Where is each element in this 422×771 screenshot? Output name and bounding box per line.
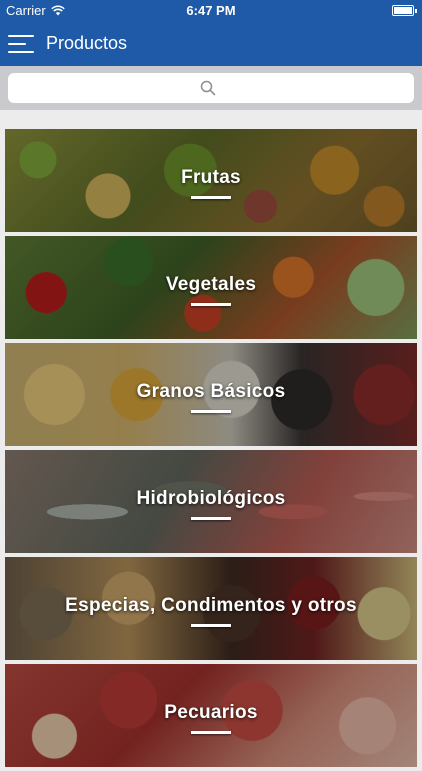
hamburger-menu-button[interactable] xyxy=(8,35,34,53)
battery-icon xyxy=(392,5,417,16)
label-underline xyxy=(191,303,231,306)
status-bar: Carrier 6:47 PM xyxy=(0,0,422,22)
category-label: Granos Básicos xyxy=(136,381,286,402)
category-label: Vegetales xyxy=(165,274,257,295)
search-input[interactable] xyxy=(8,73,414,103)
category-label: Frutas xyxy=(181,167,241,188)
category-card-especias[interactable]: Especias, Condimentos y otros xyxy=(5,557,417,660)
label-underline xyxy=(191,410,231,413)
category-card-granos-basicos[interactable]: Granos Básicos xyxy=(5,343,417,446)
search-bar xyxy=(0,66,422,110)
label-underline xyxy=(191,196,231,199)
menu-line xyxy=(8,43,26,45)
label-underline xyxy=(191,517,231,520)
category-label: Hidrobiológicos xyxy=(136,488,286,509)
category-card-hidrobiologicos[interactable]: Hidrobiológicos xyxy=(5,450,417,553)
category-list: Frutas Vegetales Granos Básicos Hidrobio… xyxy=(0,129,422,771)
label-underline xyxy=(191,624,231,627)
menu-line xyxy=(8,51,34,53)
category-label: Especias, Condimentos y otros xyxy=(65,595,357,616)
clock: 6:47 PM xyxy=(186,3,236,18)
category-card-frutas[interactable]: Frutas xyxy=(5,129,417,232)
category-card-vegetales[interactable]: Vegetales xyxy=(5,236,417,339)
page-title: Productos xyxy=(46,33,128,53)
category-label: Pecuarios xyxy=(164,702,258,723)
menu-line xyxy=(8,35,34,37)
navigation-bar: Productos xyxy=(0,22,422,66)
label-underline xyxy=(191,731,231,734)
category-card-pecuarios[interactable]: Pecuarios xyxy=(5,664,417,767)
